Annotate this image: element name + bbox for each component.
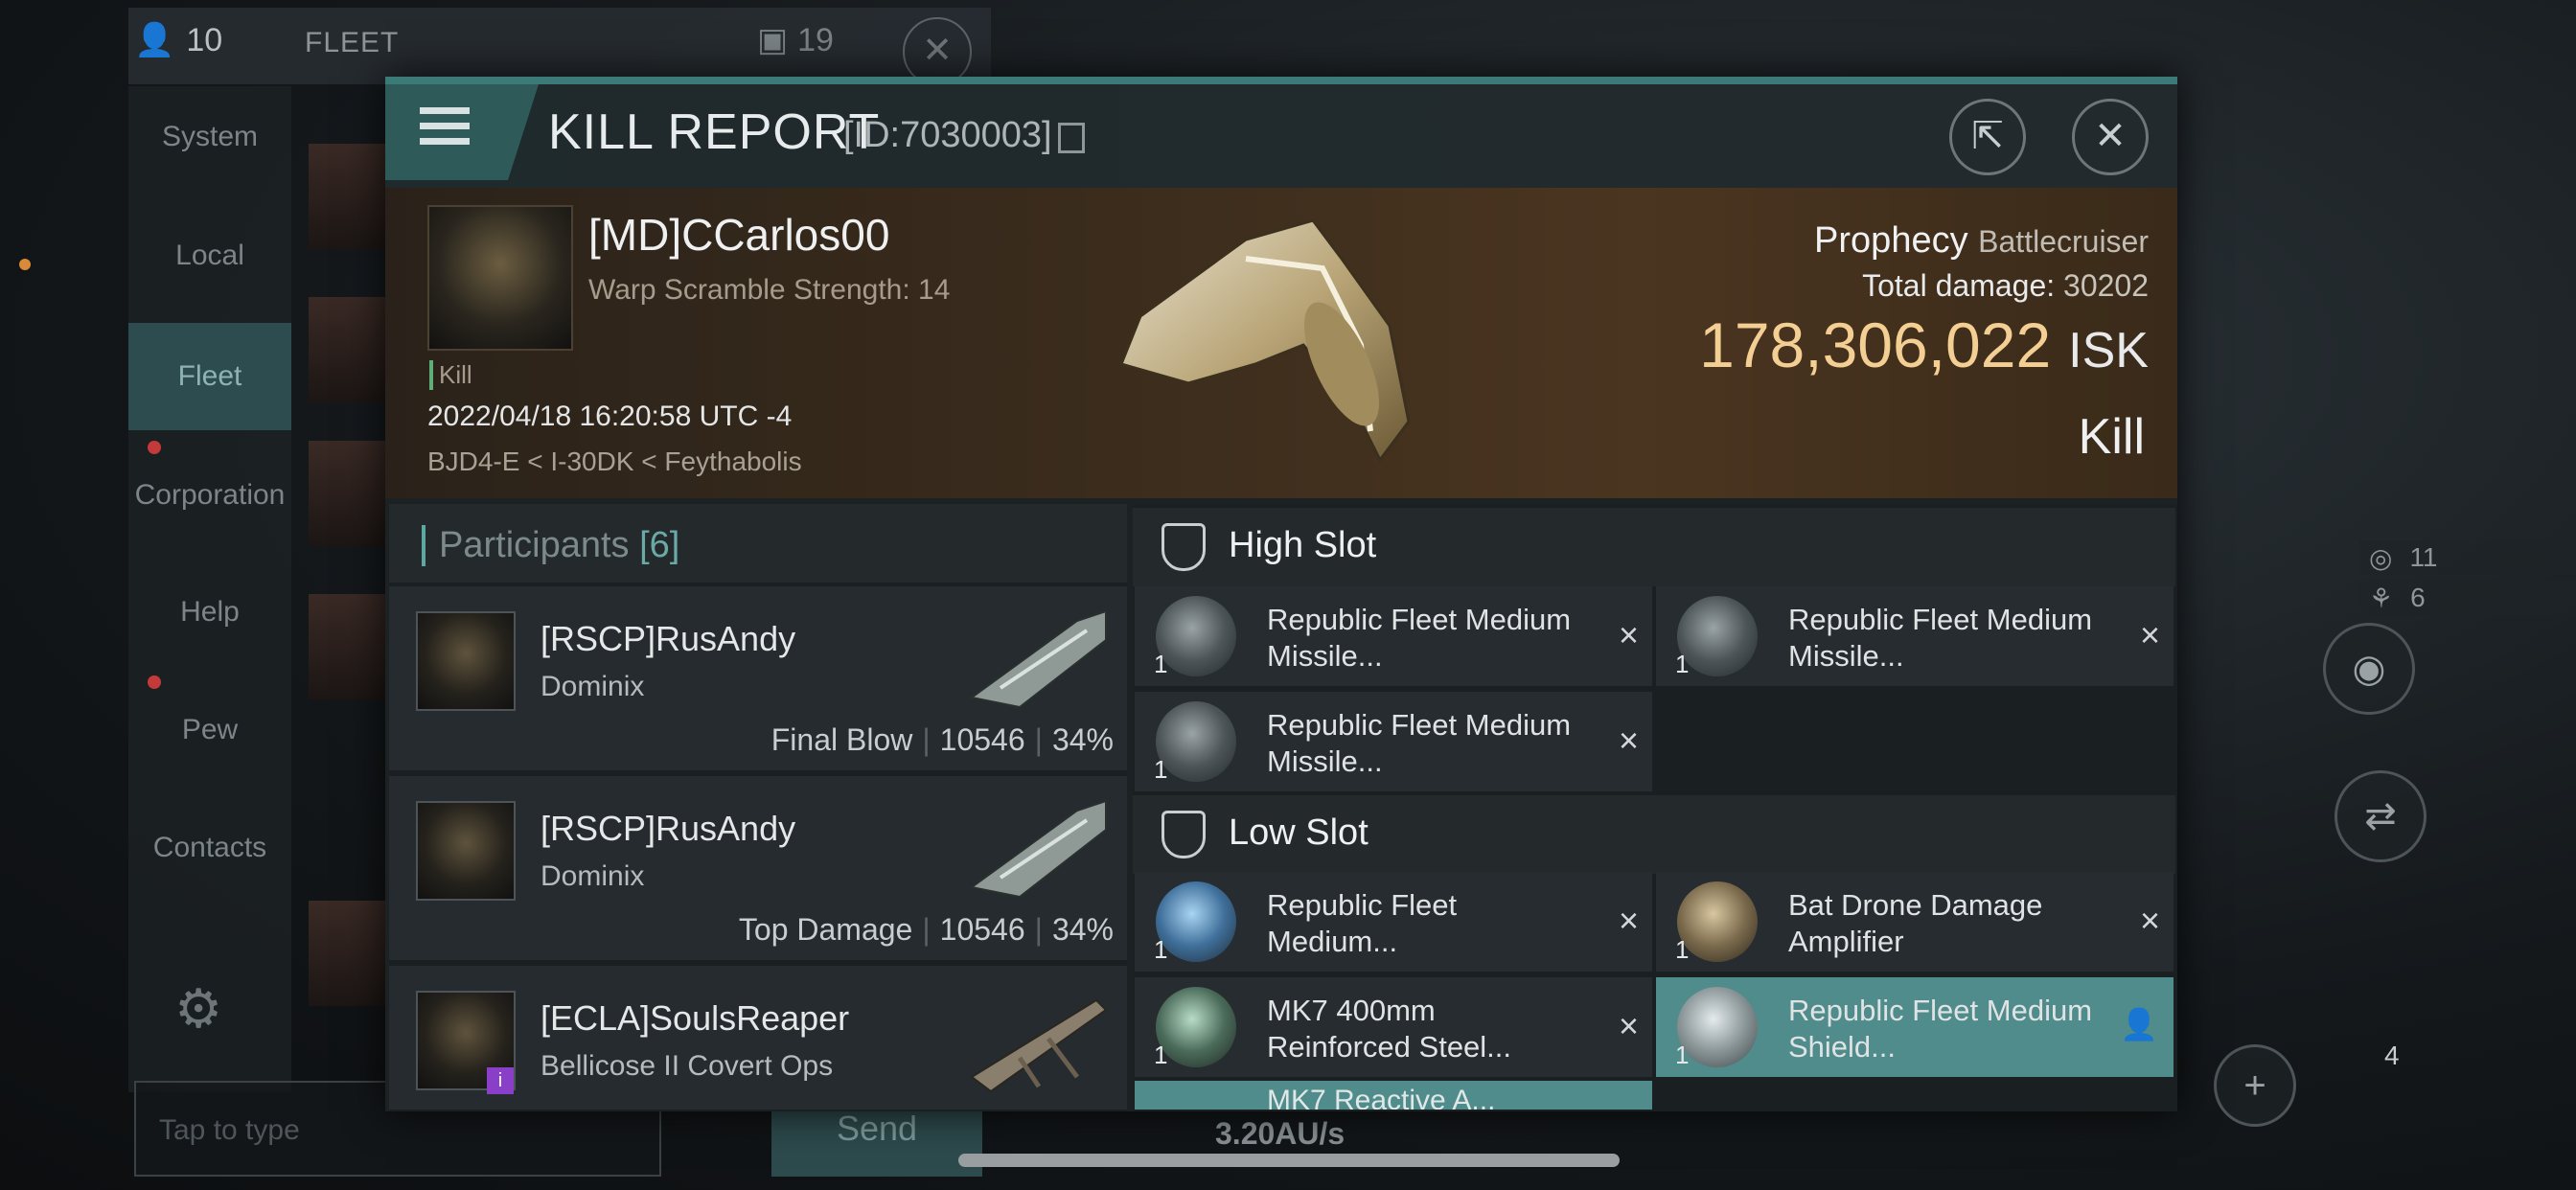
participant-ship: Bellicose II Covert Ops: [540, 1050, 834, 1082]
share-icon[interactable]: ⇱: [1949, 99, 2026, 175]
unread-dot: [148, 441, 161, 454]
close-icon[interactable]: ✕: [2072, 99, 2149, 175]
drone-amplifier-icon: [1677, 881, 1758, 962]
sidebar-item-contacts[interactable]: Contacts: [128, 832, 291, 864]
modal-accent-line: [385, 77, 2177, 84]
avatar: [309, 594, 391, 699]
home-indicator: [958, 1154, 1620, 1167]
total-damage: Total damage: 30202: [1862, 268, 2149, 303]
missile-launcher-icon: [1156, 701, 1236, 782]
participant-name: [RSCP]RusAndy: [540, 619, 796, 658]
participant-stats: Top Damage | 10546 | 34%: [738, 912, 1114, 947]
chat-topbar: [128, 8, 991, 84]
sidebar-item-corporation[interactable]: Corporation: [128, 479, 291, 512]
high-slot-icon: [1162, 523, 1206, 571]
gear-icon[interactable]: ⚙: [174, 977, 222, 1041]
destroyed-icon: ×: [1618, 721, 1639, 760]
channel-name: FLEET: [305, 27, 400, 58]
armor-plate-icon: [1156, 987, 1236, 1067]
chat-sidebar: [128, 86, 291, 1092]
stat-row: ⚘ 6: [2359, 581, 2576, 615]
destroyed-icon: ×: [1618, 1006, 1639, 1045]
high-slot-header: High Slot: [1133, 508, 2175, 586]
avatar: [309, 901, 391, 1006]
page-title: KILL REPORT: [548, 104, 881, 160]
victim-portrait[interactable]: [427, 205, 573, 351]
module-item[interactable]: 1 Republic Fleet Medium Missile... ×: [1656, 586, 2174, 686]
badge-count: 4: [2384, 1041, 2400, 1070]
missile-launcher-icon: [1677, 596, 1758, 676]
speed-readout: 3.20AU/s: [1215, 1116, 1346, 1151]
participant-name: [ECLA]SoulsReaper: [540, 998, 850, 1038]
sidebar-item-pew[interactable]: Pew: [128, 714, 291, 746]
destroyed-icon: ×: [1618, 615, 1639, 654]
mail-icon: ▣: [757, 22, 789, 58]
add-icon[interactable]: +: [2214, 1044, 2296, 1127]
missile-launcher-icon: [1156, 596, 1236, 676]
shield-module-icon: [1677, 987, 1758, 1067]
participant-name: [RSCP]RusAndy: [540, 809, 796, 848]
participant-row[interactable]: [RSCP]RusAndy Dominix Top Damage | 10546 | 3…: [389, 776, 1127, 966]
module-item[interactable]: 1 Republic Fleet Medium Missile... ×: [1135, 586, 1652, 686]
avatar: [309, 144, 391, 249]
module-item[interactable]: 1 MK7 400mm Reinforced Steel... ×: [1135, 977, 1652, 1077]
module-item[interactable]: 1 Republic Fleet Medium... ×: [1135, 872, 1652, 972]
result-label: Kill: [2078, 409, 2145, 465]
participant-ship: Dominix: [540, 671, 645, 702]
avatar: [309, 441, 391, 546]
avatar: [309, 297, 391, 402]
participant-ship: Dominix: [540, 860, 645, 892]
ship-name[interactable]: Prophecy Battlecruiser: [1814, 220, 2149, 262]
module-item[interactable]: 1 Bat Drone Damage Amplifier ×: [1656, 872, 2174, 972]
unread-dot: [148, 675, 161, 689]
low-slot-icon: [1162, 811, 1206, 858]
participant-stats: Final Blow | 10546 | 34%: [770, 722, 1114, 757]
notification-dot: [19, 259, 31, 270]
module-item[interactable]: 1 Republic Fleet Medium Shield... 👤: [1656, 977, 2174, 1077]
warp-strength: Warp Scramble Strength: 14: [588, 274, 951, 306]
sidebar-item-system[interactable]: System: [128, 121, 291, 153]
sidebar-item-help[interactable]: Help: [128, 596, 291, 629]
swap-icon[interactable]: ⇄: [2334, 770, 2426, 862]
destroyed-icon: ×: [2139, 615, 2160, 654]
dropped-person-icon: 👤: [2120, 1007, 2158, 1041]
participants-title: Participants [6]: [422, 525, 679, 566]
kill-location[interactable]: BJD4-E < I-30DK < Feythabolis: [427, 446, 802, 477]
sidebar-item-fleet[interactable]: Fleet: [128, 323, 291, 430]
menu-icon: [420, 107, 470, 153]
member-count[interactable]: 👤 10: [134, 21, 222, 59]
kill-datetime: 2022/04/18 16:20:58 UTC -4: [427, 400, 793, 432]
ship-image: [969, 799, 1107, 899]
ship-image: [969, 609, 1107, 709]
avatar: [416, 801, 516, 901]
mail-count[interactable]: ▣ 19: [757, 21, 834, 59]
participant-row[interactable]: [RSCP]RusAndy Dominix Final Blow | 10546 | 3…: [389, 586, 1127, 776]
target-icon: ◎: [2369, 542, 2393, 573]
module-item[interactable]: 1 Republic Fleet Medium Missile... ×: [1135, 692, 1652, 791]
stat-row: ◎ 11: [2359, 540, 2576, 575]
person-icon: 👤: [134, 22, 175, 58]
low-slot-header: Low Slot: [1133, 795, 2175, 874]
eye-icon[interactable]: ◉: [2323, 623, 2415, 715]
victim-name[interactable]: [MD]CCarlos00: [588, 209, 889, 261]
ship-image: [970, 998, 1108, 1093]
module-item[interactable]: MK7 Reactive A...: [1135, 1081, 1652, 1110]
drone-icon: ⚘: [2369, 583, 2394, 613]
ship-image: [1118, 218, 1411, 463]
module-icon: [1156, 881, 1236, 962]
destroyed-icon: ×: [2139, 901, 2160, 940]
sidebar-item-local[interactable]: Local: [128, 240, 291, 272]
destroyed-icon: ×: [1618, 901, 1639, 940]
kill-tag: Kill: [429, 360, 472, 390]
avatar: [416, 611, 516, 711]
copy-icon[interactable]: [1058, 123, 1085, 153]
info-badge: i: [487, 1067, 514, 1094]
isk-value: 178,306,022 ISK: [1699, 309, 2149, 380]
report-id: [ID:7030003]: [843, 115, 1052, 155]
participant-row[interactable]: i [ECLA]SoulsReaper Bellicose II Covert …: [389, 966, 1127, 1110]
